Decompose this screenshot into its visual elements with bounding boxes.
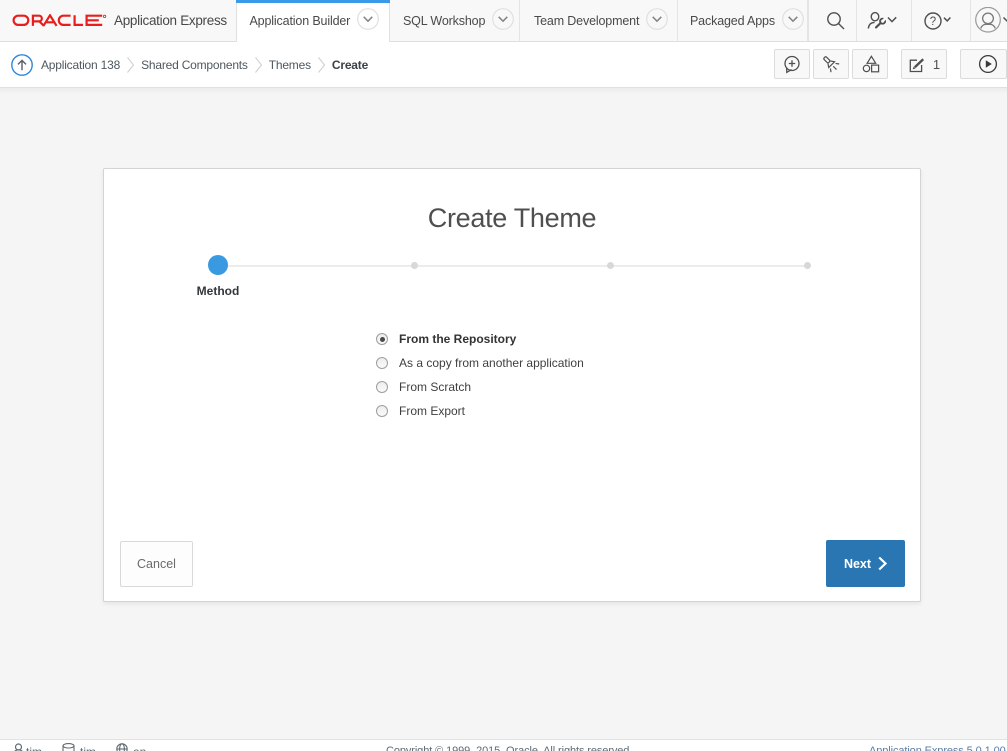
- svg-text:?: ?: [929, 16, 935, 28]
